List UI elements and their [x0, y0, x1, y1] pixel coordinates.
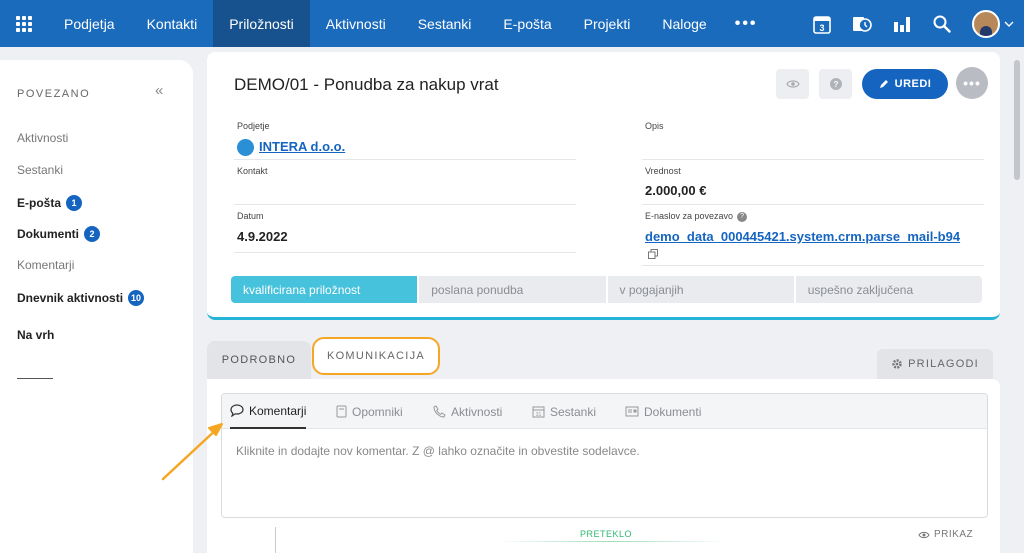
date-value: 4.9.2022	[237, 229, 288, 244]
copy-icon[interactable]	[648, 249, 658, 262]
subtab-opomniki[interactable]: Opomniki	[336, 394, 403, 429]
company-logo	[237, 139, 254, 156]
nav-item-sestanki[interactable]: Sestanki	[402, 0, 488, 47]
value-label: Vrednost	[645, 166, 681, 176]
company-link[interactable]: INTERA d.o.o.	[259, 139, 345, 154]
edit-button[interactable]: UREDI	[862, 69, 948, 99]
edit-button-label: UREDI	[894, 78, 932, 90]
nav-item-eposta[interactable]: E-pošta	[487, 0, 567, 47]
subtab-sestanki[interactable]: 31 Sestanki	[532, 394, 596, 429]
company-label: Podjetje	[237, 121, 270, 131]
comment-input[interactable]: Kliknite in dodajte nov komentar. Z @ la…	[236, 444, 640, 458]
help-button[interactable]: ?	[819, 69, 852, 99]
collapse-icon[interactable]: «	[155, 82, 163, 99]
related-panel-title: POVEZANO	[17, 88, 91, 100]
apps-grid-icon[interactable]	[0, 0, 48, 47]
related-item-sestanki[interactable]: Sestanki	[17, 163, 63, 177]
divider	[642, 204, 984, 205]
subtab-aktivnosti[interactable]: Aktivnosti	[433, 394, 502, 429]
help-icon: ?	[737, 211, 748, 222]
divider	[642, 265, 984, 266]
count-badge: 2	[84, 226, 101, 242]
top-navigation: Podjetja Kontakti Priložnosti Aktivnosti…	[0, 0, 1024, 47]
svg-text:?: ?	[833, 80, 838, 89]
comment-box: Komentarji Opomniki Aktivnosti 31 Sestan…	[221, 393, 988, 518]
gear-icon	[892, 359, 902, 369]
nav-more-button[interactable]: •••	[723, 15, 770, 33]
question-icon: ?	[829, 78, 842, 90]
nav-item-projekti[interactable]: Projekti	[568, 0, 647, 47]
calendar-day: 3	[819, 23, 824, 33]
nav-item-priloznosti[interactable]: Priložnosti	[213, 0, 310, 47]
count-badge: 1	[66, 195, 83, 211]
tab-komunikacija[interactable]: KOMUNIKACIJA	[312, 337, 440, 375]
stage-uspesno-zakljucena[interactable]: uspešno zaključena	[795, 276, 982, 303]
back-to-top-link[interactable]: Na vrh	[17, 328, 54, 342]
email-link-label: E-naslov za povezavo?	[645, 211, 748, 222]
related-item-komentarji[interactable]: Komentarji	[17, 258, 74, 272]
nav-item-kontakti[interactable]: Kontakti	[131, 0, 214, 47]
pencil-icon	[879, 80, 888, 88]
date-label: Datum	[237, 211, 264, 221]
chart-icon[interactable]	[882, 0, 922, 47]
stage-kvalificirana[interactable]: kvalificirana priložnost	[231, 276, 418, 303]
contact-label: Kontakt	[237, 166, 268, 176]
subtab-dokumenti[interactable]: Dokumenti	[625, 394, 701, 429]
stage-v-pogajanjih[interactable]: v pogajanjih	[607, 276, 794, 303]
document-icon	[625, 406, 639, 417]
view-toggle[interactable]: PRIKAZ	[918, 529, 973, 540]
count-badge: 10	[128, 290, 145, 306]
timeline-past-label: PRETEKLO	[580, 529, 633, 539]
reminder-icon	[336, 405, 347, 418]
view-button[interactable]	[776, 69, 809, 99]
stage-pipeline: kvalificirana priložnost poslana ponudba…	[231, 276, 982, 303]
email-link[interactable]: demo_data_000445421.system.crm.parse_mai…	[645, 229, 985, 244]
more-actions-button[interactable]: •••	[956, 67, 988, 99]
phone-icon	[433, 405, 446, 418]
communication-subtabs: Komentarji Opomniki Aktivnosti 31 Sestan…	[222, 394, 987, 429]
subtab-komentarji[interactable]: Komentarji	[230, 394, 307, 429]
related-panel: POVEZANO « Aktivnosti Sestanki E-pošta 1 …	[0, 60, 193, 553]
nav-item-aktivnosti[interactable]: Aktivnosti	[310, 0, 402, 47]
divider	[17, 378, 53, 379]
customize-label: PRILAGODI	[908, 358, 979, 370]
nav-item-podjetja[interactable]: Podjetja	[48, 0, 131, 47]
related-item-dokumenti[interactable]: Dokumenti 2	[17, 226, 101, 242]
divider	[234, 159, 576, 160]
record-card: DEMO/01 - Ponudba za nakup vrat ? UREDI …	[207, 52, 1000, 320]
comment-icon	[230, 404, 244, 417]
divider	[234, 204, 576, 205]
avatar[interactable]	[972, 9, 1000, 38]
related-item-dnevnik[interactable]: Dnevnik aktivnosti 10	[17, 290, 145, 306]
calendar-icon: 31	[532, 406, 545, 418]
related-item-eposta[interactable]: E-pošta 1	[17, 195, 83, 211]
communication-panel: Komentarji Opomniki Aktivnosti 31 Sestan…	[207, 379, 1000, 553]
value-amount: 2.000,00 €	[645, 183, 707, 198]
eye-icon	[785, 80, 800, 88]
timeline-divider	[497, 541, 727, 542]
time-icon[interactable]	[842, 0, 882, 47]
search-icon[interactable]	[922, 0, 962, 47]
stage-poslana-ponudba[interactable]: poslana ponudba	[419, 276, 606, 303]
timeline-line	[275, 527, 276, 553]
eye-icon	[918, 531, 930, 538]
customize-button[interactable]: PRILAGODI	[877, 349, 993, 379]
description-label: Opis	[645, 121, 664, 131]
scrollbar[interactable]	[1014, 60, 1020, 180]
tab-podrobno[interactable]: PODROBNO	[207, 341, 311, 379]
chevron-down-icon[interactable]	[1004, 18, 1014, 30]
divider	[642, 159, 984, 160]
page-title: DEMO/01 - Ponudba za nakup vrat	[234, 75, 499, 94]
divider	[234, 252, 576, 253]
calendar-icon[interactable]: 3	[802, 0, 842, 47]
svg-text:31: 31	[536, 412, 542, 418]
related-item-aktivnosti[interactable]: Aktivnosti	[17, 131, 68, 145]
nav-item-naloge[interactable]: Naloge	[646, 0, 722, 47]
